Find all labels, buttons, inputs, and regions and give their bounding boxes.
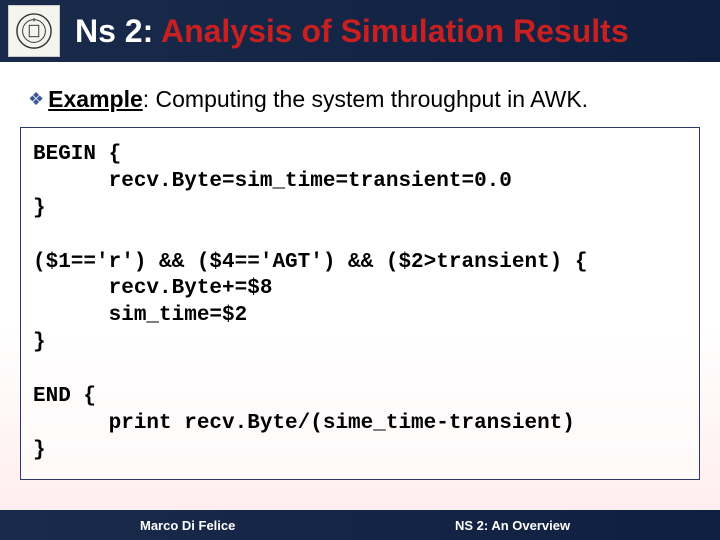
slide-title: Ns 2: Analysis of Simulation Results [75, 13, 629, 50]
title-prefix: Ns 2: [75, 13, 161, 49]
code-line: } [33, 331, 46, 354]
diamond-bullet-icon: ❖ [28, 89, 44, 109]
code-line: print recv.Byte/(sime_time-transient) [33, 412, 575, 435]
example-text: Computing the system throughput in AWK. [156, 86, 589, 112]
code-line: BEGIN { [33, 143, 121, 166]
slide-footer: Marco Di Felice NS 2: An Overview [0, 510, 720, 540]
seal-icon [15, 12, 53, 50]
code-line: recv.Byte+=$8 [33, 277, 272, 300]
code-line: ($1=='r') && ($4=='AGT') && ($2>transien… [33, 251, 588, 274]
example-colon: : [143, 86, 156, 112]
slide-header: Ns 2: Analysis of Simulation Results [0, 0, 720, 62]
example-label: Example [48, 86, 143, 112]
code-line: recv.Byte=sim_time=transient=0.0 [33, 170, 512, 193]
example-line: ❖Example: Computing the system throughpu… [28, 86, 692, 113]
title-main: Analysis of Simulation Results [161, 13, 629, 49]
code-line: sim_time=$2 [33, 304, 247, 327]
footer-author: Marco Di Felice [140, 518, 235, 533]
code-line: } [33, 439, 46, 462]
code-line: END { [33, 385, 96, 408]
awk-code-block: BEGIN { recv.Byte=sim_time=transient=0.0… [20, 127, 700, 480]
university-seal-logo [8, 5, 60, 57]
code-line: } [33, 197, 46, 220]
footer-course: NS 2: An Overview [455, 518, 570, 533]
